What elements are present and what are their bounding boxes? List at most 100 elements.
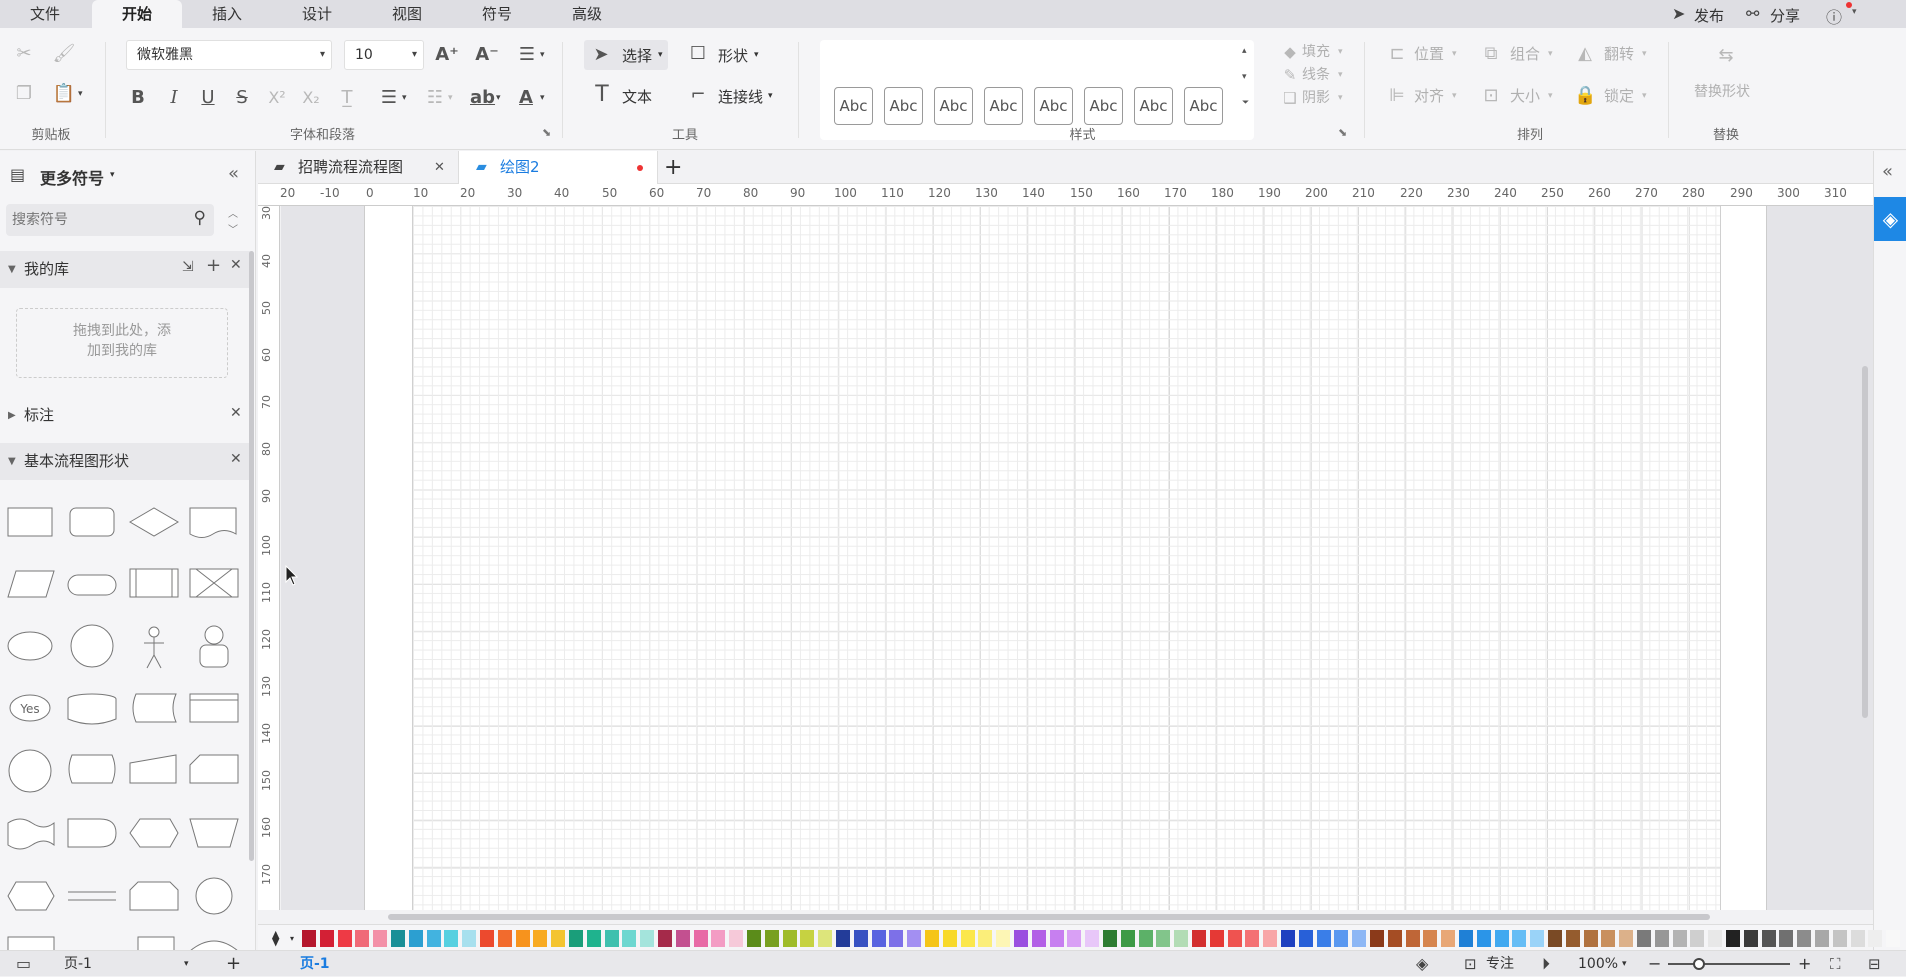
fill-bucket-icon[interactable]: ⧫ xyxy=(272,929,279,947)
color-swatch[interactable] xyxy=(480,930,494,947)
zoom-in-icon[interactable]: + xyxy=(1798,951,1811,977)
help-icon[interactable]: ⓘ xyxy=(1826,4,1842,28)
close-icon[interactable]: ✕ xyxy=(230,257,242,273)
color-swatch[interactable] xyxy=(497,930,512,947)
text-case-icon[interactable]: T̲ xyxy=(334,86,360,110)
select-dropdown-icon[interactable]: ▾ xyxy=(658,50,663,60)
group-icon[interactable]: ⧉ xyxy=(1480,42,1502,66)
color-swatch[interactable] xyxy=(302,930,316,947)
color-swatch[interactable] xyxy=(764,930,779,947)
color-swatch[interactable] xyxy=(1601,930,1616,947)
color-swatch[interactable] xyxy=(942,930,957,947)
share-button[interactable]: 分享 xyxy=(1770,5,1800,26)
share-icon[interactable]: ⚯ xyxy=(1746,4,1759,23)
color-swatch[interactable] xyxy=(996,930,1011,947)
style-swatch[interactable]: Abc xyxy=(834,87,873,125)
underline-icon[interactable]: U xyxy=(196,86,220,110)
highlight-dropdown-icon[interactable]: ▾ xyxy=(496,93,501,103)
position-dropdown-icon[interactable]: ▾ xyxy=(1452,49,1457,59)
color-swatch[interactable] xyxy=(1156,930,1171,947)
style-panel-icon[interactable]: ◈ xyxy=(1874,197,1906,241)
lock-icon[interactable]: 🔒 xyxy=(1574,84,1596,108)
color-swatch[interactable] xyxy=(1726,930,1740,947)
color-swatch[interactable] xyxy=(1494,930,1509,947)
search-down-icon[interactable]: ﹀ xyxy=(228,221,238,236)
color-swatch[interactable] xyxy=(1654,930,1669,947)
superscript-icon[interactable]: X² xyxy=(264,86,290,110)
color-swatch[interactable] xyxy=(355,930,370,947)
subscript-icon[interactable]: X₂ xyxy=(298,86,324,110)
bullet-list-icon[interactable]: ☷ xyxy=(424,86,446,110)
zoom-value[interactable]: 100% xyxy=(1578,951,1618,977)
paste-icon[interactable]: 📋 xyxy=(52,82,76,106)
size-dropdown-icon[interactable]: ▾ xyxy=(1548,91,1553,101)
color-swatch[interactable] xyxy=(907,930,922,947)
page-select[interactable]: 页-1 ▾ xyxy=(56,953,200,975)
copy-icon[interactable]: ❐ xyxy=(12,82,36,106)
highlight-icon[interactable]: ab xyxy=(470,86,495,110)
font-size-select[interactable]: 10 ▾ xyxy=(344,40,424,70)
color-swatch[interactable] xyxy=(1619,930,1634,947)
color-swatch[interactable] xyxy=(373,930,388,947)
cut-icon[interactable]: ✂ xyxy=(12,42,36,66)
color-swatch[interactable] xyxy=(1459,930,1473,947)
font-color-dropdown-icon[interactable]: ▾ xyxy=(540,93,545,103)
color-swatch[interactable] xyxy=(1886,930,1901,947)
style-swatch[interactable]: Abc xyxy=(1134,87,1173,125)
close-icon[interactable]: ✕ xyxy=(230,405,242,421)
search-field[interactable] xyxy=(12,204,182,236)
color-swatch[interactable] xyxy=(729,930,744,947)
flip-icon[interactable]: ◭ xyxy=(1574,42,1596,66)
search-icon[interactable]: ⚲ xyxy=(194,208,206,228)
color-swatch[interactable] xyxy=(586,930,601,947)
color-swatch[interactable] xyxy=(1103,930,1117,947)
menu-tab-advanced[interactable]: 高级 xyxy=(564,0,610,28)
style-swatch[interactable]: Abc xyxy=(1034,87,1073,125)
color-swatch[interactable] xyxy=(444,930,459,947)
flip-dropdown-icon[interactable]: ▾ xyxy=(1642,49,1647,59)
search-input[interactable]: ⚲ xyxy=(6,204,214,236)
decrease-font-icon[interactable]: A⁻ xyxy=(474,43,500,67)
color-swatch[interactable] xyxy=(1405,930,1420,947)
shadow-icon[interactable]: ❑ xyxy=(1280,86,1300,110)
font-family-select[interactable]: 微软雅黑 ▾ xyxy=(126,40,332,70)
shape-tool-button[interactable]: 形状 xyxy=(718,42,748,70)
color-swatch[interactable] xyxy=(675,930,690,947)
zoom-out-icon[interactable]: − xyxy=(1648,951,1661,977)
shadow-dropdown-icon[interactable]: ▾ xyxy=(1338,93,1343,103)
color-swatch[interactable] xyxy=(978,930,993,947)
color-swatch[interactable] xyxy=(693,930,708,947)
vertical-scrollbar[interactable] xyxy=(1862,366,1868,718)
text-tool-icon[interactable]: T xyxy=(590,83,614,107)
line-style-icon[interactable]: ✎ xyxy=(1280,63,1300,87)
basic-flowchart-header[interactable]: ▼ 基本流程图形状 xyxy=(0,443,250,480)
library-drop-zone[interactable]: 拖拽到此处，添 加到我的库 xyxy=(16,308,228,378)
paste-dropdown-icon[interactable]: ▾ xyxy=(78,89,83,99)
bullet-dropdown-icon[interactable]: ▾ xyxy=(448,93,453,103)
style-swatch[interactable]: Abc xyxy=(984,87,1023,125)
replace-shape-button[interactable]: 替换形状 xyxy=(1694,78,1750,106)
color-swatch[interactable] xyxy=(1316,930,1331,947)
style-swatch[interactable]: Abc xyxy=(1084,87,1123,125)
color-swatch[interactable] xyxy=(337,930,352,947)
color-swatch[interactable] xyxy=(1281,930,1295,947)
size-button[interactable]: 大小 xyxy=(1510,82,1540,110)
publish-button[interactable]: 发布 xyxy=(1694,5,1724,26)
line-spacing-icon[interactable]: ☰ xyxy=(378,86,400,110)
zoom-slider-track[interactable] xyxy=(1668,963,1790,965)
color-swatch[interactable] xyxy=(1797,930,1812,947)
style-swatch[interactable]: Abc xyxy=(884,87,923,125)
page-view-icon[interactable]: ▭ xyxy=(16,951,31,977)
strikethrough-icon[interactable]: S xyxy=(230,86,254,110)
italic-icon[interactable]: I xyxy=(162,86,186,110)
zoom-slider-thumb[interactable] xyxy=(1692,958,1705,970)
color-swatch[interactable] xyxy=(1761,930,1776,947)
align-dropdown-icon[interactable]: ▾ xyxy=(540,50,545,60)
menu-tab-symbol[interactable]: 符号 xyxy=(474,0,520,28)
color-swatch[interactable] xyxy=(1832,930,1847,947)
replace-shape-icon[interactable]: ⇆ xyxy=(1714,44,1738,68)
color-swatch[interactable] xyxy=(818,930,833,947)
help-dropdown-icon[interactable]: ▾ xyxy=(1852,7,1857,17)
connector-icon[interactable]: ⌐ xyxy=(686,83,710,107)
doc-tab-recruitment[interactable]: 招聘流程流程图 xyxy=(298,151,403,184)
